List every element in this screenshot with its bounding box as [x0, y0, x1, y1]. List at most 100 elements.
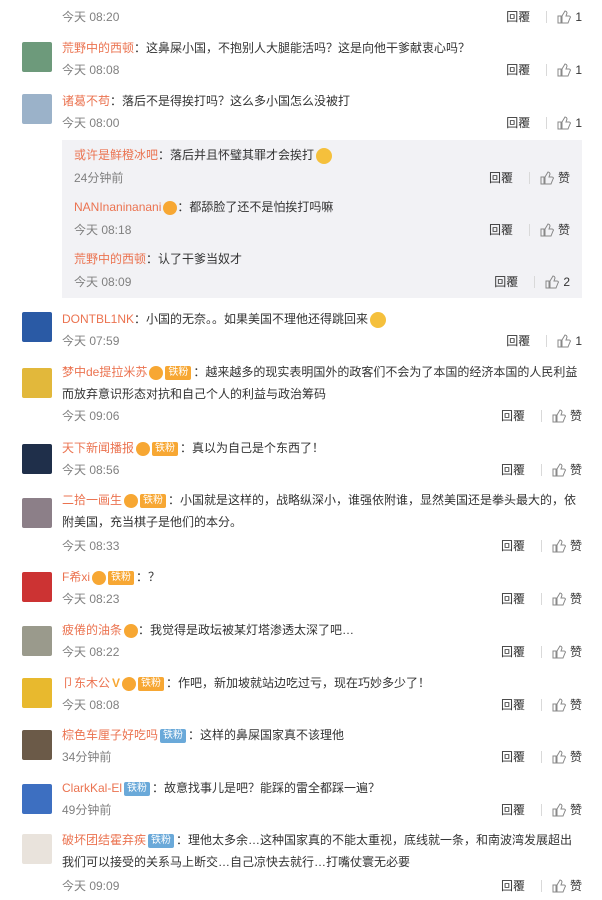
like-icon[interactable] — [545, 275, 560, 289]
like-icon[interactable] — [557, 10, 572, 24]
comment-text: 二拾一画生 铁粉 ：小国就是这样的，战略纵深小，谁强依附谁，显然美国还是拳头最大的，… — [62, 489, 582, 533]
avatar[interactable] — [22, 368, 52, 398]
reply-button[interactable]: 回覆 — [506, 62, 530, 78]
reply-button[interactable]: 回覆 — [501, 408, 525, 424]
username[interactable]: 二拾一画生 — [62, 493, 122, 507]
like-icon[interactable] — [557, 63, 572, 77]
like-count: 赞 — [569, 409, 582, 423]
avatar[interactable] — [22, 94, 52, 124]
username[interactable]: 疲倦的油条 — [62, 623, 122, 637]
divider — [540, 540, 542, 552]
avatar[interactable] — [22, 626, 52, 656]
avatar[interactable] — [22, 730, 52, 760]
avatar[interactable] — [22, 834, 52, 864]
comment-time: 今天 08:56 — [62, 463, 120, 477]
comment-time: 今天 09:06 — [62, 409, 120, 423]
like-icon[interactable] — [552, 539, 566, 553]
like-icon[interactable] — [557, 334, 572, 348]
comment-actions: 回覆 赞 — [501, 408, 582, 424]
comment-time: 今天 08:22 — [62, 645, 120, 659]
like-icon[interactable] — [552, 463, 566, 477]
comment-body: 落后不是得挨打吗？这么多小国怎么没被打 — [122, 94, 351, 108]
reply-button[interactable]: 回覆 — [494, 274, 518, 290]
comment-item: 荒野中的西顿：这鼻屎小国，不抱别人大腿能活吗？这是向他干爹献衷心吗？ 今天 08… — [0, 34, 602, 84]
divider — [540, 751, 542, 763]
like-icon[interactable] — [552, 698, 566, 712]
divider — [540, 699, 542, 711]
comment-item: 天下新闻播报 铁粉 ：真以为自己是个东西了！ 今天 08:56 回覆 赞 — [0, 434, 602, 488]
reply-button[interactable]: 回覆 — [489, 222, 513, 238]
comment-item: 二拾一画生 铁粉 ：小国就是这样的，战略纵深小，谁强依附谁，显然美国还是拳头最大的，… — [0, 488, 602, 564]
comment-actions: 回覆 赞 — [501, 878, 582, 894]
avatar[interactable] — [22, 784, 52, 814]
divider — [534, 276, 536, 288]
vip-icon — [149, 365, 164, 380]
vip-icon — [92, 570, 106, 585]
like-icon[interactable] — [552, 803, 566, 817]
comment-text: 梦中de提拉米苏 铁粉 ：越来越多的现实表明国外的政客们不会为了本国的经济本国的人民… — [62, 361, 582, 405]
reply-button[interactable]: 回覆 — [506, 115, 530, 131]
reply-button[interactable]: 回覆 — [501, 697, 525, 713]
username[interactable]: 卩东木公 — [62, 676, 110, 690]
username[interactable]: 梦中de提拉米苏 — [62, 365, 147, 379]
reply-time: 今天 08:18 — [74, 223, 132, 237]
reply-button[interactable]: 回覆 — [501, 591, 525, 607]
comment-time: 今天 07:59 — [62, 334, 120, 348]
vip-icon — [136, 441, 151, 456]
divider — [546, 335, 548, 347]
username[interactable]: F希xi — [62, 570, 90, 584]
reply-button[interactable]: 回覆 — [501, 538, 525, 554]
like-icon[interactable] — [540, 223, 554, 237]
avatar[interactable] — [22, 498, 52, 528]
comment-body: 这样的鼻屎国家真不该理他 — [200, 728, 345, 742]
comment-body: 故意找事儿是吧？能踩的雷全都踩一遍？ — [164, 781, 381, 795]
colon: ： — [188, 728, 201, 742]
username[interactable]: NANInaninanani — [74, 200, 161, 214]
comment-actions: 回覆 赞 — [501, 591, 582, 607]
like-icon[interactable] — [552, 409, 566, 423]
username[interactable]: 天下新闻播报 — [62, 441, 134, 455]
colon: ： — [166, 676, 179, 690]
reply-button[interactable]: 回覆 — [501, 802, 525, 818]
reply-button[interactable]: 回覆 — [506, 333, 530, 349]
reply-button[interactable]: 回覆 — [501, 644, 525, 660]
username[interactable]: DONTBL1NK — [62, 312, 134, 326]
colon: ： — [146, 252, 159, 266]
divider — [528, 172, 530, 184]
like-icon[interactable] — [552, 592, 566, 606]
avatar[interactable] — [22, 572, 52, 602]
colon: ： — [158, 148, 171, 162]
reply-button[interactable]: 回覆 — [501, 749, 525, 765]
like-icon[interactable] — [540, 171, 554, 185]
username[interactable]: 诸葛不苟 — [62, 94, 110, 108]
like-icon[interactable] — [552, 879, 566, 893]
username[interactable]: ClarkKal-El — [62, 781, 122, 795]
emoji-icon — [370, 311, 387, 328]
username[interactable]: 棕色车厘子好吃吗 — [62, 728, 158, 742]
reply-button[interactable]: 回覆 — [489, 170, 513, 186]
reply-button[interactable]: 回覆 — [506, 9, 530, 25]
vip-icon — [122, 676, 137, 691]
avatar[interactable] — [22, 312, 52, 342]
comment-time: 今天 08:33 — [62, 539, 120, 553]
fan-badge: 铁粉 — [140, 493, 167, 508]
username[interactable]: 荒野中的西顿 — [62, 41, 134, 55]
username[interactable]: 或许是鲜橙冰吧 — [74, 148, 158, 162]
username[interactable]: 荒野中的西顿 — [74, 252, 146, 266]
comment-item: 诸葛不苟：落后不是得挨打吗？这么多小国怎么没被打 今天 08:00 回覆 1 或… — [0, 84, 602, 300]
like-count: 2 — [563, 275, 570, 289]
like-icon[interactable] — [557, 116, 572, 130]
comment-text: 疲倦的油条 ：我觉得是政坛被某灯塔渗透太深了吧… — [62, 619, 582, 641]
colon: ： — [138, 623, 151, 637]
avatar[interactable] — [22, 42, 52, 72]
reply-item: NANInaninanani ：都舔脸了还不是怕挨打吗嘛 今天 08:18 回覆 … — [62, 194, 582, 246]
reply-button[interactable]: 回覆 — [501, 878, 525, 894]
username[interactable]: 破坏团结霍弃疾 — [62, 833, 146, 847]
avatar[interactable] — [22, 444, 52, 474]
reply-thread: 或许是鲜橙冰吧：落后并且怀璧其罪才会挨打 24分钟前 回覆 赞 NANInani… — [62, 140, 582, 298]
like-icon[interactable] — [552, 750, 566, 764]
like-icon[interactable] — [552, 645, 566, 659]
comment-item: 疲倦的油条 ：我觉得是政坛被某灯塔渗透太深了吧… 今天 08:22 回覆 赞 — [0, 616, 602, 670]
avatar[interactable] — [22, 678, 52, 708]
reply-button[interactable]: 回覆 — [501, 462, 525, 478]
